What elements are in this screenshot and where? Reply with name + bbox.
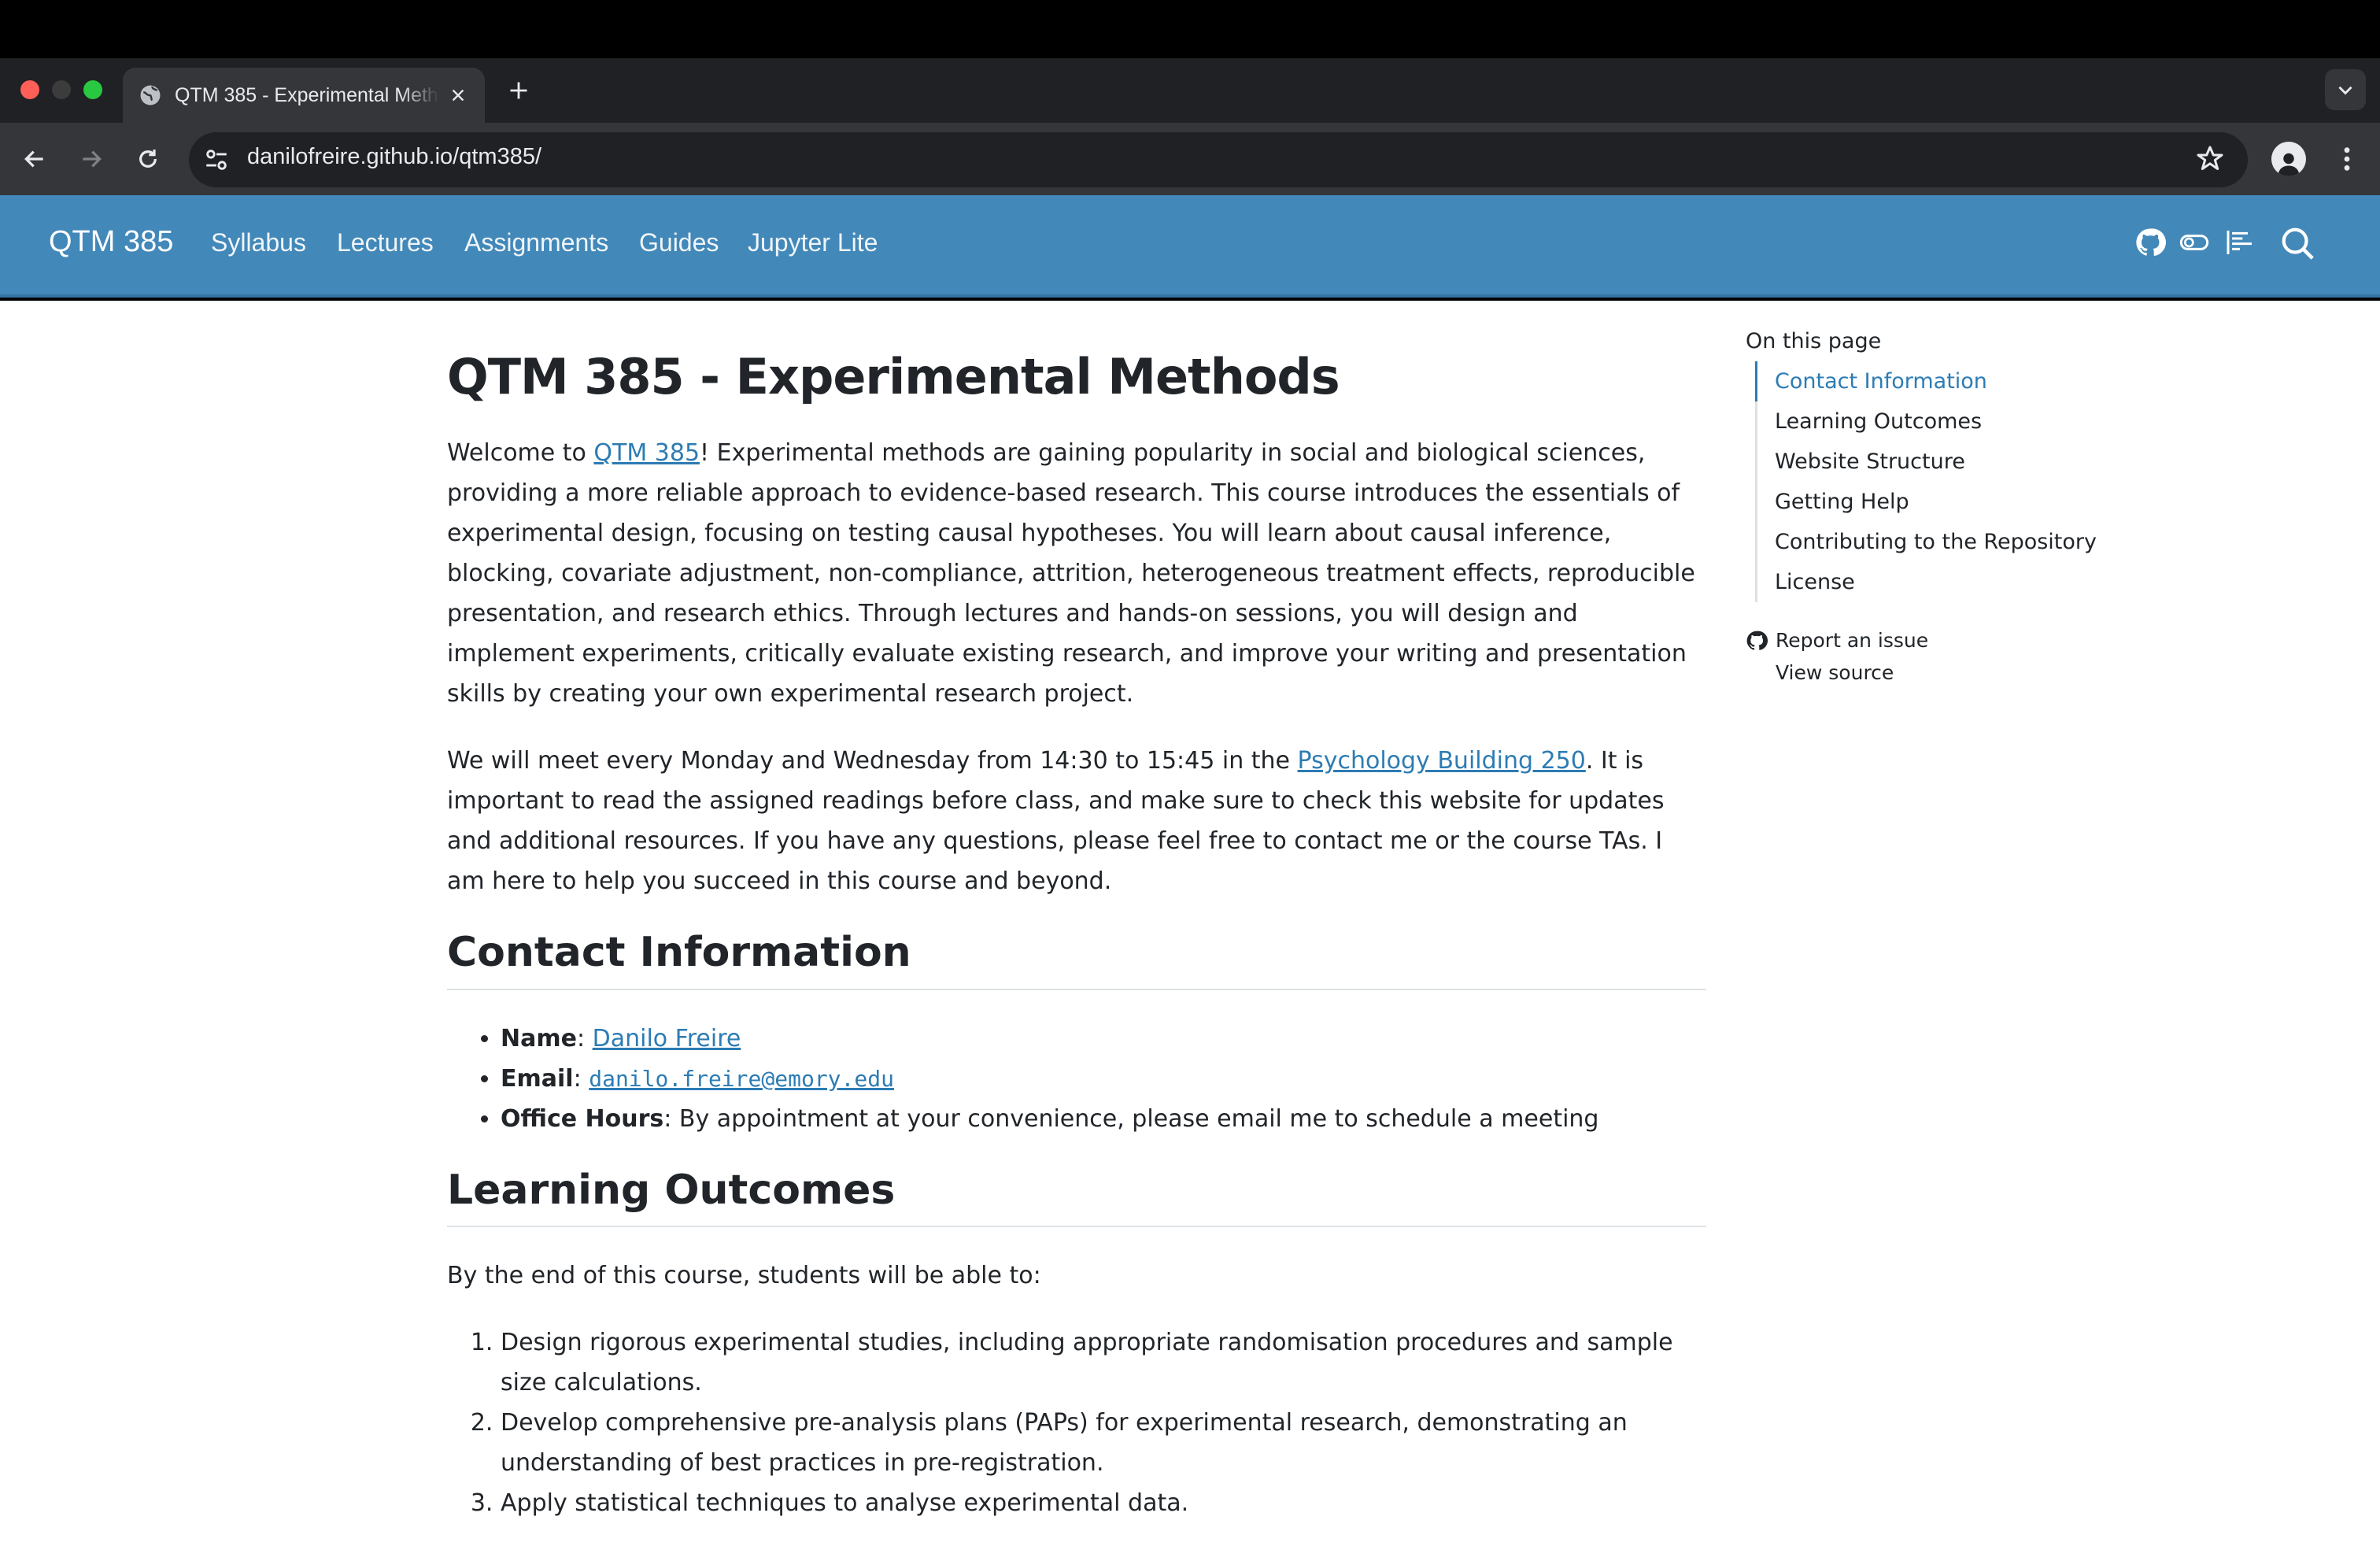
profile-avatar[interactable] — [2271, 142, 2306, 176]
outcome-item: Design rigorous experimental studies, in… — [501, 1322, 1706, 1403]
globe-icon — [140, 85, 161, 105]
person-icon — [2278, 153, 2300, 176]
forward-button[interactable] — [72, 140, 110, 178]
github-icon[interactable] — [2134, 227, 2166, 258]
url-text[interactable]: danilofreire.github.io/qtm385/ — [247, 144, 541, 170]
reload-button[interactable] — [129, 140, 167, 178]
outcomes-heading: Learning Outcomes — [447, 1166, 1706, 1228]
outcomes-list: Design rigorous experimental studies, in… — [501, 1322, 1706, 1523]
outcomes-lead: By the end of this course, students will… — [447, 1262, 1041, 1290]
page-body: QTM 385 - Experimental Methods Welcome t… — [0, 301, 2380, 1546]
dark-mode-toggle-icon[interactable] — [2179, 227, 2210, 258]
meeting-paragraph: We will meet every Monday and Wednesday … — [447, 741, 1706, 901]
contact-heading: Contact Information — [447, 928, 1706, 990]
back-button[interactable] — [16, 140, 54, 178]
view-source-label: View source — [1776, 661, 1894, 684]
tab-title: QTM 385 - Experimental Methods — [175, 83, 439, 106]
nav-link-jupyter-lite[interactable]: Jupyter Lite — [748, 228, 878, 257]
site-settings-icon[interactable] — [203, 146, 230, 173]
reload-icon — [139, 150, 157, 168]
instructor-email-link[interactable]: danilo.freire@emory.edu — [589, 1065, 894, 1093]
screen-top-bar — [0, 0, 2380, 58]
site-brand[interactable]: QTM 385 — [49, 225, 173, 259]
nav-link-assignments[interactable]: Assignments — [464, 228, 608, 257]
arrow-left-icon — [24, 150, 43, 168]
github-icon — [1746, 631, 1768, 650]
reader-mode-icon[interactable] — [2224, 227, 2256, 258]
arrow-right-icon — [83, 150, 102, 168]
report-issue-label: Report an issue — [1776, 629, 1929, 652]
new-tab-button[interactable] — [504, 76, 534, 105]
toc-title: On this page — [1746, 329, 1882, 353]
toc-item-website-structure[interactable]: Website Structure — [1757, 442, 2186, 482]
maximize-window-button[interactable] — [83, 80, 102, 99]
bookmark-star-icon[interactable] — [2194, 143, 2226, 175]
view-source-link[interactable]: View source — [1746, 656, 2186, 689]
toc-item-license[interactable]: License — [1757, 562, 2186, 602]
instructor-name-link[interactable]: Danilo Freire — [593, 1025, 741, 1052]
minimize-window-button[interactable] — [52, 80, 71, 99]
browser-tab-active[interactable]: QTM 385 - Experimental Methods — [123, 68, 485, 123]
plus-icon — [510, 82, 527, 99]
search-icon[interactable] — [2279, 225, 2315, 261]
hours-value: : By appointment at your convenience, pl… — [663, 1104, 1599, 1133]
intro-text-rest: ! Experimental methods are gaining popul… — [447, 439, 1695, 708]
hours-label: Office Hours — [501, 1104, 664, 1133]
toc-item-contact-information[interactable]: Contact Information — [1755, 361, 2186, 401]
table-of-contents: On this page Contact Information Learnin… — [1746, 329, 2186, 689]
contact-name-item: Name: Danilo Freire — [501, 1019, 1706, 1059]
contact-email-item: Email: danilo.freire@emory.edu — [501, 1059, 1706, 1099]
close-tab-icon[interactable] — [447, 84, 469, 106]
outcome-item: Develop comprehensive pre-analysis plans… — [501, 1403, 1706, 1483]
toc-list: Contact Information Learning Outcomes We… — [1755, 361, 2186, 602]
toc-item-learning-outcomes[interactable]: Learning Outcomes — [1757, 401, 2186, 442]
chevron-down-icon — [2338, 86, 2352, 95]
more-vertical-icon — [2344, 147, 2350, 171]
close-window-button[interactable] — [20, 80, 39, 99]
intro-text-start: Welcome to — [447, 439, 594, 468]
name-label: Name — [501, 1024, 577, 1052]
meeting-text-start: We will meet every Monday and Wednesday … — [447, 747, 1298, 775]
page-title: QTM 385 - Experimental Methods — [447, 348, 1340, 405]
nav-link-lectures[interactable]: Lectures — [337, 228, 434, 257]
toc-item-contributing[interactable]: Contributing to the Repository — [1757, 522, 2186, 562]
toc-actions: Report an issue View source — [1746, 624, 2186, 689]
intro-paragraph: Welcome to QTM 385! Experimental methods… — [447, 433, 1706, 714]
toc-item-getting-help[interactable]: Getting Help — [1757, 482, 2186, 522]
tab-search-button[interactable] — [2325, 69, 2366, 110]
contact-list: Name: Danilo Freire Email: danilo.freire… — [501, 1019, 1706, 1139]
main-content: QTM 385 - Experimental Methods Welcome t… — [447, 348, 1706, 1546]
browser-menu-button[interactable] — [2333, 142, 2361, 176]
nav-link-guides[interactable]: Guides — [639, 228, 719, 257]
nav-link-syllabus[interactable]: Syllabus — [211, 228, 306, 257]
outcome-item: Apply statistical techniques to analyse … — [501, 1483, 1706, 1523]
email-code: danilo.freire@emory.edu — [589, 1065, 894, 1092]
location-link[interactable]: Psychology Building 250 — [1298, 747, 1586, 775]
report-issue-link[interactable]: Report an issue — [1746, 624, 2186, 656]
email-label: Email — [501, 1064, 574, 1093]
course-link[interactable]: QTM 385 — [593, 439, 700, 467]
contact-hours-item: Office Hours: By appointment at your con… — [501, 1099, 1706, 1139]
